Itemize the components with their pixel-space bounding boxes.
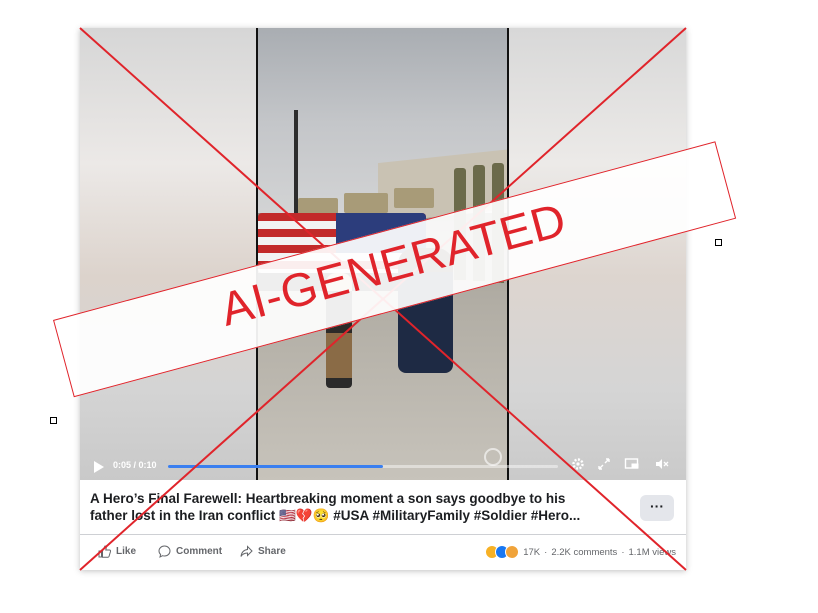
settings-icon[interactable]: [570, 457, 586, 473]
comments-count[interactable]: 2.2K comments: [551, 547, 617, 558]
play-icon[interactable]: [94, 461, 104, 473]
video-scene-flag-canton: [336, 213, 426, 253]
stats-separator: ·: [621, 546, 625, 558]
post-caption-line: father lost in the Iran conflict 🇺🇸💔🥺 #U…: [90, 508, 581, 523]
like-label: Like: [116, 546, 137, 557]
video-blur-left: [80, 28, 256, 480]
video-progress-fill: [168, 465, 383, 468]
thumbs-up-icon: [98, 545, 111, 558]
video-controls: 0:05 / 0:10: [80, 452, 686, 480]
video-scene-vehicle: [344, 193, 388, 213]
comment-label: Comment: [176, 546, 223, 557]
reaction-icons[interactable]: [485, 545, 520, 559]
views-count: 1.1M views: [628, 546, 676, 558]
post-action-bar: Like Comment Share 17K · 2.2K comments ·…: [80, 534, 686, 570]
pip-icon[interactable]: [624, 457, 640, 473]
video-progress-bar[interactable]: [168, 465, 558, 468]
post-caption-line: A Hero’s Final Farewell: Heartbreaking m…: [90, 491, 566, 506]
more-options-button[interactable]: ···: [640, 495, 674, 521]
share-button[interactable]: Share: [240, 545, 286, 558]
facebook-post-card: 0:05 / 0:10 A Hero’s Final Farewell: Hea…: [80, 28, 686, 570]
video-scene-soldier: [492, 163, 504, 283]
stats-separator: ·: [544, 546, 548, 558]
like-button[interactable]: Like: [98, 545, 136, 558]
video-frame[interactable]: [256, 28, 509, 480]
video-scene-vehicle: [394, 188, 434, 208]
fullscreen-icon[interactable]: [596, 457, 612, 473]
mute-icon[interactable]: [654, 457, 670, 473]
video-scene-soldier: [473, 165, 485, 281]
resize-handle[interactable]: [715, 239, 722, 246]
comment-icon: [158, 545, 171, 558]
video-player[interactable]: 0:05 / 0:10: [80, 28, 686, 480]
video-scene-soldier: [454, 168, 466, 280]
video-scene-boy: [326, 273, 352, 388]
post-caption[interactable]: A Hero’s Final Farewell: Heartbreaking m…: [90, 490, 635, 524]
reactions-count[interactable]: 17K: [523, 547, 540, 558]
share-label: Share: [258, 546, 286, 557]
video-blur-right: [509, 28, 686, 480]
care-reaction-icon: [505, 545, 520, 559]
post-stats: 17K · 2.2K comments · 1.1M views: [485, 545, 676, 559]
video-time: 0:05 / 0:10: [113, 460, 157, 470]
comment-button[interactable]: Comment: [158, 545, 222, 558]
resize-handle[interactable]: [50, 417, 57, 424]
share-icon: [240, 545, 253, 557]
video-scene-kneeling-woman: [398, 248, 453, 373]
